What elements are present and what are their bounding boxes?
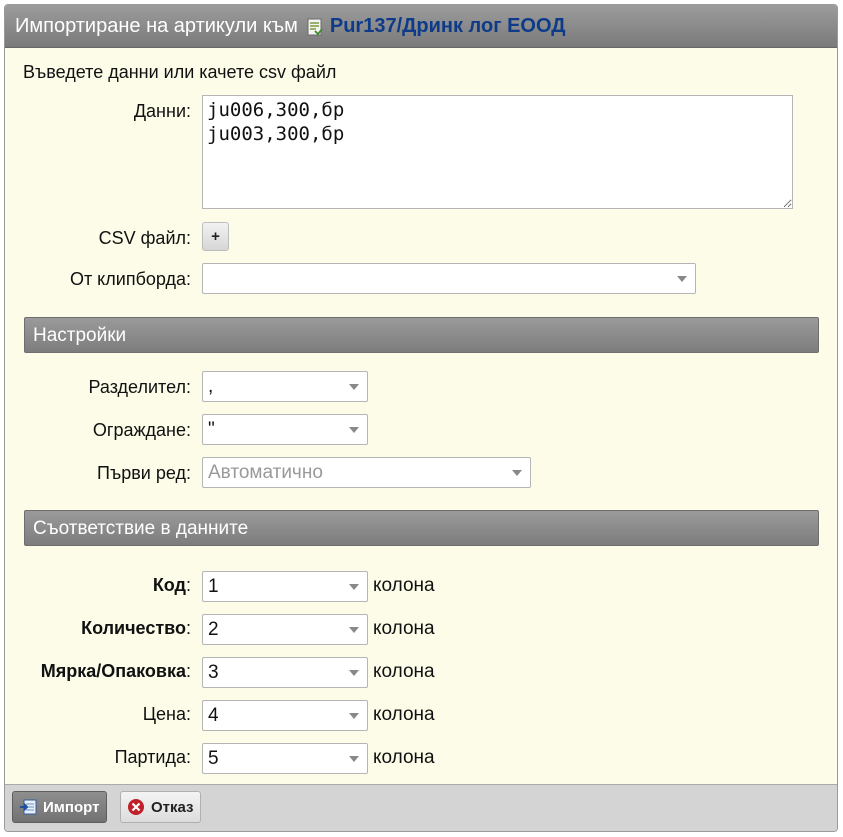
column-suffix: колона bbox=[373, 661, 435, 682]
mapping-colon: : bbox=[185, 618, 191, 638]
data-label: Данни: bbox=[133, 101, 191, 121]
mapping-column-select[interactable]: 5 bbox=[202, 743, 368, 774]
mapping-label: Цена: bbox=[5, 704, 191, 725]
column-suffix: колона bbox=[373, 747, 435, 768]
mapping-label: Код: bbox=[5, 575, 191, 596]
mapping-label: Количество: bbox=[5, 618, 191, 639]
import-label: Импорт bbox=[43, 798, 100, 816]
settings-header: Настройки bbox=[24, 317, 819, 353]
chevron-down-icon bbox=[349, 756, 359, 762]
dialog-footer: Импорт Отказ bbox=[5, 784, 837, 831]
delimiter-select[interactable]: , bbox=[202, 371, 368, 402]
first-row-label: Първи ред: bbox=[97, 463, 191, 483]
first-row-value: Автоматично bbox=[208, 462, 323, 483]
column-suffix: колона bbox=[373, 704, 435, 725]
document-icon bbox=[306, 18, 324, 36]
dialog-titlebar: Импортиране на артикули към Pur137/Дринк… bbox=[5, 5, 837, 48]
clipboard-label: От клипборда: bbox=[69, 269, 191, 289]
mapping-column-value: 5 bbox=[208, 748, 219, 769]
chevron-down-icon bbox=[349, 713, 359, 719]
column-suffix: колона bbox=[373, 618, 435, 639]
chevron-down-icon bbox=[349, 584, 359, 590]
mapping-field-name: Код bbox=[152, 575, 186, 595]
csv-upload-button[interactable]: + bbox=[202, 222, 229, 251]
mapping-field-name: Мярка/Опаковка bbox=[40, 661, 186, 681]
mapping-column-select[interactable]: 3 bbox=[202, 657, 368, 688]
chevron-down-icon bbox=[349, 384, 359, 390]
document-link[interactable]: Pur137/Дринк лог ЕООД bbox=[330, 15, 566, 38]
cancel-button[interactable]: Отказ bbox=[120, 791, 201, 823]
delimiter-label: Разделител: bbox=[88, 377, 191, 397]
delimiter-value: , bbox=[208, 376, 214, 397]
first-row-select[interactable]: Автоматично bbox=[202, 457, 531, 488]
mapping-colon: : bbox=[185, 747, 191, 767]
mapping-colon: : bbox=[185, 704, 191, 724]
data-textarea[interactable] bbox=[202, 95, 793, 209]
dialog-title: Импортиране на артикули към bbox=[15, 14, 298, 37]
mapping-field-name: Партида bbox=[114, 747, 186, 767]
enclosure-label: Ограждане: bbox=[92, 420, 191, 440]
mapping-colon: : bbox=[185, 661, 191, 681]
mapping-field-name: Количество bbox=[81, 618, 186, 638]
mapping-column-value: 2 bbox=[208, 619, 219, 640]
chevron-down-icon bbox=[349, 670, 359, 676]
enclosure-value: " bbox=[208, 419, 215, 440]
mapping-label: Мярка/Опаковка: bbox=[5, 661, 191, 682]
chevron-down-icon bbox=[349, 627, 359, 633]
mapping-column-select[interactable]: 1 bbox=[202, 571, 368, 602]
mapping-field-name: Цена bbox=[142, 704, 186, 724]
import-icon bbox=[19, 798, 37, 816]
column-suffix: колона bbox=[373, 575, 435, 596]
mapping-column-value: 4 bbox=[208, 705, 219, 726]
mapping-column-value: 1 bbox=[208, 576, 219, 597]
clipboard-select[interactable] bbox=[202, 263, 696, 294]
mapping-column-value: 3 bbox=[208, 662, 219, 683]
chevron-down-icon bbox=[677, 276, 687, 282]
enclosure-select[interactable]: " bbox=[202, 414, 368, 445]
mapping-column-select[interactable]: 4 bbox=[202, 700, 368, 731]
chevron-down-icon bbox=[512, 470, 522, 476]
import-dialog: Импортиране на артикули към Pur137/Дринк… bbox=[4, 4, 838, 832]
csv-file-label: CSV файл: bbox=[98, 228, 191, 248]
mapping-header: Съответствие в данните bbox=[24, 510, 819, 546]
import-button[interactable]: Импорт bbox=[12, 791, 107, 823]
cancel-label: Отказ bbox=[151, 798, 194, 816]
intro-text: Въведете данни или качете csv файл bbox=[23, 62, 337, 82]
mapping-label: Партида: bbox=[5, 747, 191, 768]
mapping-colon: : bbox=[185, 575, 191, 595]
chevron-down-icon bbox=[349, 427, 359, 433]
mapping-column-select[interactable]: 2 bbox=[202, 614, 368, 645]
cancel-icon bbox=[127, 798, 145, 816]
